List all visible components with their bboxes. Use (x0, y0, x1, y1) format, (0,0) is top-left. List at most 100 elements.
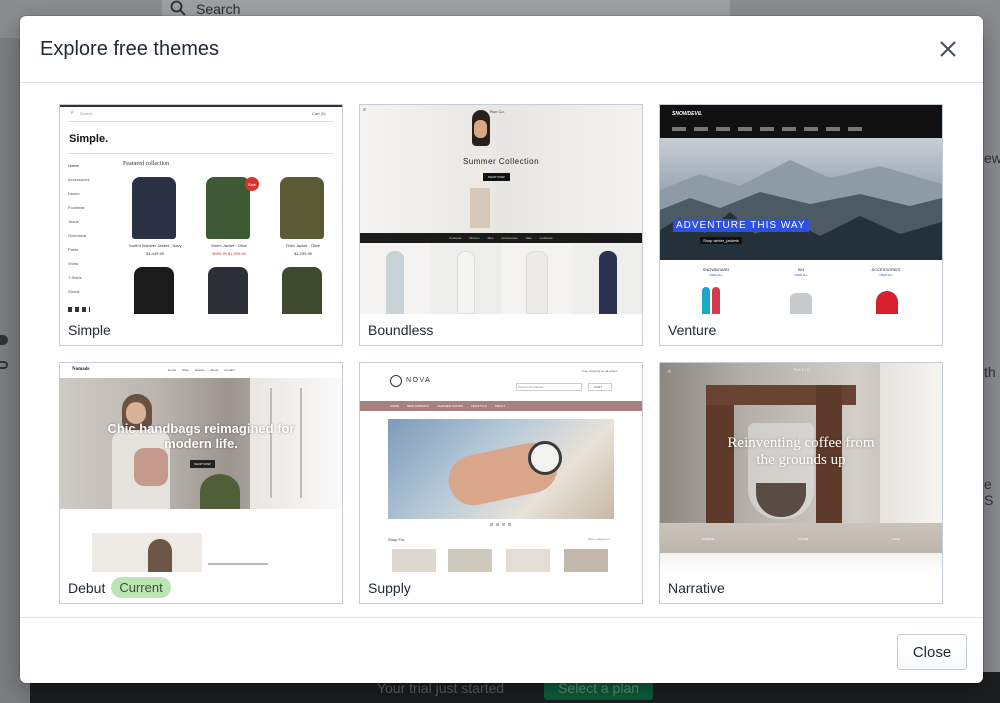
theme-preview-supply: NOVA Free shipping on all orders Search … (360, 363, 642, 572)
theme-card-footer: Venture (660, 314, 942, 345)
theme-name: Boundless (368, 321, 434, 338)
nav-item: Accessories (501, 236, 518, 240)
nav-item: T-Shirts (68, 275, 82, 280)
theme-card-narrative[interactable]: ≡ RATIO Reinventing coffee from the grou… (659, 362, 943, 604)
preview-nav (672, 127, 862, 131)
hero-title: Reinventing coffee from the grounds up (727, 435, 875, 468)
theme-card-footer: Debut Current (60, 572, 342, 603)
modal-body: ⚲ Search Cart (0) Simple. Home Accessori… (20, 83, 983, 617)
product-image (206, 177, 250, 239)
category-image (564, 549, 608, 572)
nav-item: Lookbook (539, 236, 553, 240)
modal-title: Explore free themes (40, 37, 219, 60)
product-image (360, 243, 430, 314)
nav-item: LEATHER GOODS (437, 404, 463, 408)
preview-logo: NOVA (406, 377, 432, 384)
category-image (506, 549, 550, 572)
strip-label: CAFE (892, 537, 901, 541)
product-image (573, 243, 642, 314)
theme-preview-narrative: ≡ RATIO Reinventing coffee from the grou… (660, 363, 942, 572)
nav-item: Shorts (68, 289, 80, 294)
preview-logo: SNOWDEVIL (672, 111, 703, 117)
preview-menu-icon: ≡ (363, 107, 366, 113)
preview-logo: Simple. (69, 133, 109, 145)
background-right-column (984, 38, 1000, 678)
theme-card-footer: Simple (60, 314, 342, 345)
theme-preview-simple: ⚲ Search Cart (0) Simple. Home Accessori… (60, 105, 342, 314)
hero-title: Chic handbags reimagined for modern life… (107, 421, 295, 451)
category-link: VIEW ALL (709, 273, 723, 277)
nav-item: HOME (390, 404, 399, 408)
snowboard-image (702, 287, 710, 314)
product-name: Youth's Bomber Jacket - Navy (128, 243, 182, 248)
preview-nav: Home Shop Stories About Contact (168, 368, 235, 372)
theme-card-footer: Boundless (360, 314, 642, 345)
preview-search-icon: ⚲ (70, 110, 74, 116)
preview-search-text: Search (80, 111, 93, 116)
nav-item: NEW ARRIVALS (407, 404, 430, 408)
social-icons (68, 307, 90, 312)
current-badge: Current (111, 577, 171, 598)
preview-section-title: Featured collection (123, 161, 170, 167)
close-icon[interactable] (933, 34, 963, 64)
preview-nav: HOME NEW ARRIVALS LEATHER GOODS LIFESTYL… (360, 401, 642, 411)
hero-image (388, 419, 614, 519)
nav-item: Footwear (68, 205, 85, 210)
nav-item: Women (469, 236, 480, 240)
theme-card-venture[interactable]: SNOWDEVIL ADVENTURE THIS WAY Shop winter… (659, 104, 943, 346)
product-price: $1,449.95 (146, 251, 164, 256)
category-title: SKI (797, 267, 805, 272)
strip-label: CARAFE (701, 537, 715, 541)
strip-label: FLOOR (797, 537, 809, 541)
product-price: $1,299.95 (294, 251, 312, 256)
nav-item: About (210, 368, 219, 372)
product-image (282, 267, 322, 314)
hero-model (464, 110, 496, 228)
preview-search-text: Search all products... (518, 385, 547, 389)
nav-item: Pants (68, 247, 79, 252)
theme-card-footer: Supply (360, 572, 642, 603)
nav-item: Home (68, 163, 79, 168)
section-link: More categories (588, 537, 610, 541)
theme-card-simple[interactable]: ⚲ Search Cart (0) Simple. Home Accessori… (59, 104, 343, 346)
close-button[interactable]: Close (897, 634, 967, 670)
nav-item: Men (487, 236, 494, 240)
nav-item: LIFESTYLE (470, 404, 487, 408)
preview-cart-text: Cart (0) (312, 111, 326, 116)
product-image (208, 267, 248, 314)
background-fragment-3: e S (984, 476, 994, 508)
background-left-icons (0, 335, 10, 369)
theme-card-supply[interactable]: NOVA Free shipping on all orders Search … (359, 362, 643, 604)
product-image (134, 267, 174, 314)
background-fragment-2: th (984, 364, 996, 380)
nav-item: Shop (182, 368, 190, 372)
product-image (132, 177, 176, 239)
theme-card-debut[interactable]: Nomads Home Shop Stories About Contact C… (59, 362, 343, 604)
preview-strip: CARAFE FLOOR CAFE (660, 529, 942, 549)
product-price: $999.99 $1,399.95 (212, 251, 246, 256)
nav-item: Sale (525, 236, 532, 240)
nav-item: Outerwear (68, 233, 87, 238)
product-image (431, 243, 501, 314)
preview-logo: Nomads (72, 367, 90, 372)
nav-item: Featured (449, 236, 462, 240)
theme-card-boundless[interactable]: Run Co. ≡ Summer Collection SHOP NOW Fea… (359, 104, 643, 346)
product-name: Storm Jacket - Olive (210, 243, 247, 248)
product-image (502, 243, 572, 314)
preview-menu-icon: ≡ (668, 369, 671, 375)
modal-header: Explore free themes (20, 16, 983, 83)
ski-boot-image (790, 293, 812, 314)
shipping-text: Free shipping on all orders (582, 369, 618, 373)
nav-item: Home (168, 368, 177, 372)
product-name: Field Jacket - Olive (285, 243, 320, 248)
category-image (392, 549, 436, 572)
sale-badge: Sale (245, 177, 259, 191)
feature-image (92, 533, 202, 572)
theme-preview-venture: SNOWDEVIL ADVENTURE THIS WAY Shop winter… (660, 105, 942, 314)
nav-item: Contact (224, 368, 235, 372)
product-image (280, 177, 324, 239)
nova-logo-icon (390, 375, 402, 387)
eye-icon (0, 361, 8, 369)
hero-title: ADVENTURE THIS WAY (673, 219, 809, 232)
nav-item: Shirts (68, 261, 79, 266)
